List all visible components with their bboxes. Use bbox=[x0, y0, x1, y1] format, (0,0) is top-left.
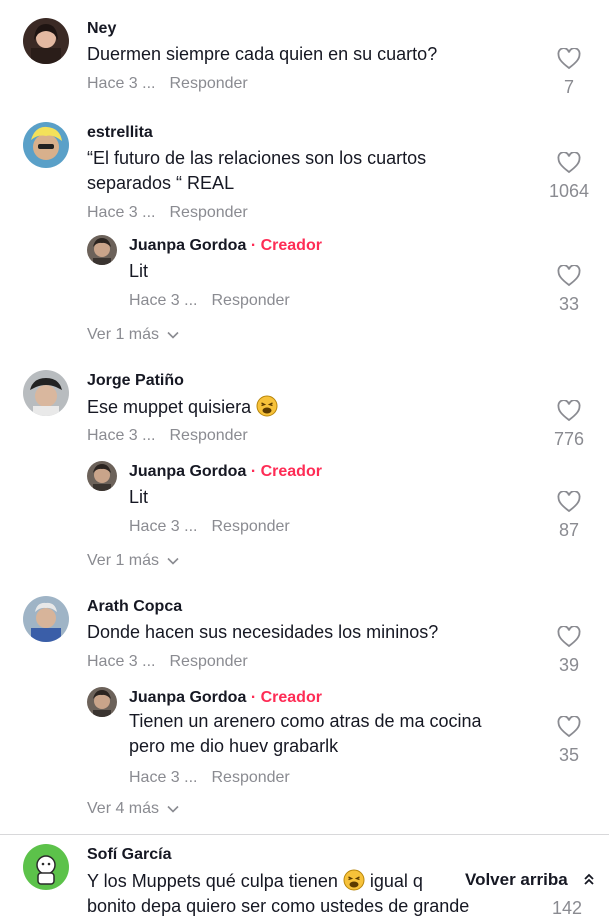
reply-button[interactable]: Responder bbox=[211, 518, 289, 535]
comment-timestamp: Hace 3 ... bbox=[87, 204, 156, 221]
reply-username[interactable]: Juanpa Gordoa bbox=[129, 237, 246, 254]
like-count: 1064 bbox=[548, 181, 590, 201]
heart-outline-icon bbox=[557, 715, 581, 738]
like-button[interactable]: 7 bbox=[549, 47, 589, 98]
double-chevron-up-icon bbox=[584, 873, 595, 885]
like-count-partial: 142 bbox=[510, 898, 582, 919]
reply-button[interactable]: Responder bbox=[211, 292, 289, 309]
reply-username[interactable]: Juanpa Gordoa bbox=[129, 463, 246, 480]
comment-username[interactable]: Jorge Patiño bbox=[87, 372, 184, 390]
reply-button[interactable]: Responder bbox=[211, 769, 289, 786]
comment-text: Donde hacen sus necesidades los mininos? bbox=[87, 622, 439, 642]
comment-timestamp: Hace 3 ... bbox=[87, 427, 156, 444]
comment-username[interactable]: Ney bbox=[87, 20, 116, 38]
weary-face-emoji bbox=[343, 869, 365, 891]
like-button[interactable]: 1064 bbox=[548, 151, 590, 202]
chevron-down-icon bbox=[167, 331, 180, 339]
creator-badge: · Creador bbox=[250, 463, 322, 480]
comment-username: Juanpa Gordoa · Creador bbox=[129, 463, 322, 481]
reply-username[interactable]: Juanpa Gordoa bbox=[129, 689, 246, 706]
heart-outline-icon bbox=[557, 399, 581, 422]
creator-badge: · Creador bbox=[250, 237, 322, 254]
like-count: 776 bbox=[553, 429, 585, 449]
weary-face-emoji bbox=[256, 395, 278, 417]
avatar[interactable] bbox=[87, 235, 117, 265]
like-button[interactable]: 35 bbox=[549, 715, 589, 766]
comment-meta: Hace 3 ... Responder bbox=[87, 427, 248, 445]
like-count: 7 bbox=[563, 77, 574, 97]
comment-timestamp: Hace 3 ... bbox=[87, 75, 156, 92]
comment-timestamp: Hace 3 ... bbox=[87, 653, 156, 670]
comment-meta: Hace 3 ... Responder bbox=[129, 292, 290, 310]
comment-text: Y los Muppets qué culpa tienen igual q bbox=[87, 869, 423, 894]
like-count: 33 bbox=[558, 294, 580, 314]
chevron-down-icon bbox=[167, 805, 180, 813]
comment-meta: Hace 3 ... Responder bbox=[129, 769, 290, 787]
view-more-replies[interactable]: Ver 1 más bbox=[87, 326, 180, 344]
like-button[interactable]: 39 bbox=[549, 625, 589, 676]
heart-outline-icon bbox=[557, 625, 581, 648]
comment-username[interactable]: Sofí García bbox=[87, 846, 171, 864]
avatar[interactable] bbox=[23, 370, 69, 416]
view-more-label: Ver 4 más bbox=[87, 800, 160, 817]
comment-meta: Hace 3 ... Responder bbox=[87, 204, 248, 222]
like-count: 35 bbox=[558, 745, 580, 765]
reply-button[interactable]: Responder bbox=[169, 75, 247, 92]
comment-text: “El futuro de las relaciones son los cua… bbox=[87, 148, 427, 168]
avatar[interactable] bbox=[87, 687, 117, 717]
like-count: 87 bbox=[558, 520, 580, 540]
divider bbox=[0, 834, 609, 835]
view-more-label: Ver 1 más bbox=[87, 552, 160, 569]
comment-username[interactable]: estrellita bbox=[87, 124, 153, 142]
comment-text: pero me dio huev grabarlk bbox=[129, 736, 339, 756]
comment-text: Duermen siempre cada quien en su cuarto? bbox=[87, 44, 438, 64]
avatar[interactable] bbox=[23, 122, 69, 168]
comment-text: separados “ REAL bbox=[87, 173, 235, 193]
like-button[interactable]: 33 bbox=[549, 264, 589, 315]
like-count: 39 bbox=[558, 655, 580, 675]
comment-username: Juanpa Gordoa · Creador bbox=[129, 689, 322, 707]
comment-meta: Hace 3 ... Responder bbox=[87, 75, 248, 93]
comment-username[interactable]: Arath Copca bbox=[87, 598, 182, 616]
avatar[interactable] bbox=[23, 596, 69, 642]
comment-text-body: igual q bbox=[369, 871, 423, 891]
comment-text: Lit bbox=[129, 261, 149, 281]
chevron-down-icon bbox=[167, 557, 180, 565]
reply-button[interactable]: Responder bbox=[169, 427, 247, 444]
comment-text: Tienen un arenero como atras de ma cocin… bbox=[129, 711, 482, 731]
heart-outline-icon bbox=[557, 490, 581, 513]
avatar[interactable] bbox=[87, 461, 117, 491]
view-more-replies[interactable]: Ver 4 más bbox=[87, 800, 180, 818]
creator-badge: · Creador bbox=[250, 689, 322, 706]
comment-text-body: Y los Muppets qué culpa tienen bbox=[87, 871, 338, 891]
comment-timestamp: Hace 3 ... bbox=[129, 518, 198, 535]
comment-text-body: Ese muppet quisiera bbox=[87, 397, 252, 417]
avatar[interactable] bbox=[23, 844, 69, 890]
heart-outline-icon bbox=[557, 264, 581, 287]
comment-username: Juanpa Gordoa · Creador bbox=[129, 237, 322, 255]
like-count: 142 bbox=[552, 898, 583, 918]
back-to-top-label: Volver arriba bbox=[465, 870, 568, 889]
reply-button[interactable]: Responder bbox=[169, 204, 247, 221]
comment-timestamp: Hace 3 ... bbox=[129, 292, 198, 309]
view-more-replies[interactable]: Ver 1 más bbox=[87, 552, 180, 570]
back-to-top-button[interactable]: Volver arriba bbox=[457, 866, 605, 894]
comment-text: Ese muppet quisiera bbox=[87, 395, 278, 420]
comment-meta: Hace 3 ... Responder bbox=[129, 518, 290, 536]
like-button[interactable]: 776 bbox=[549, 399, 589, 450]
reply-button[interactable]: Responder bbox=[169, 653, 247, 670]
comment-timestamp: Hace 3 ... bbox=[129, 769, 198, 786]
avatar[interactable] bbox=[23, 18, 69, 64]
heart-outline-icon bbox=[557, 47, 581, 70]
heart-outline-icon bbox=[557, 151, 581, 174]
like-button[interactable]: 87 bbox=[549, 490, 589, 541]
comment-text: Lit bbox=[129, 487, 149, 507]
view-more-label: Ver 1 más bbox=[87, 326, 160, 343]
comment-meta: Hace 3 ... Responder bbox=[87, 653, 248, 671]
comment-text: bonito depa quiero ser como ustedes de g… bbox=[87, 896, 470, 916]
